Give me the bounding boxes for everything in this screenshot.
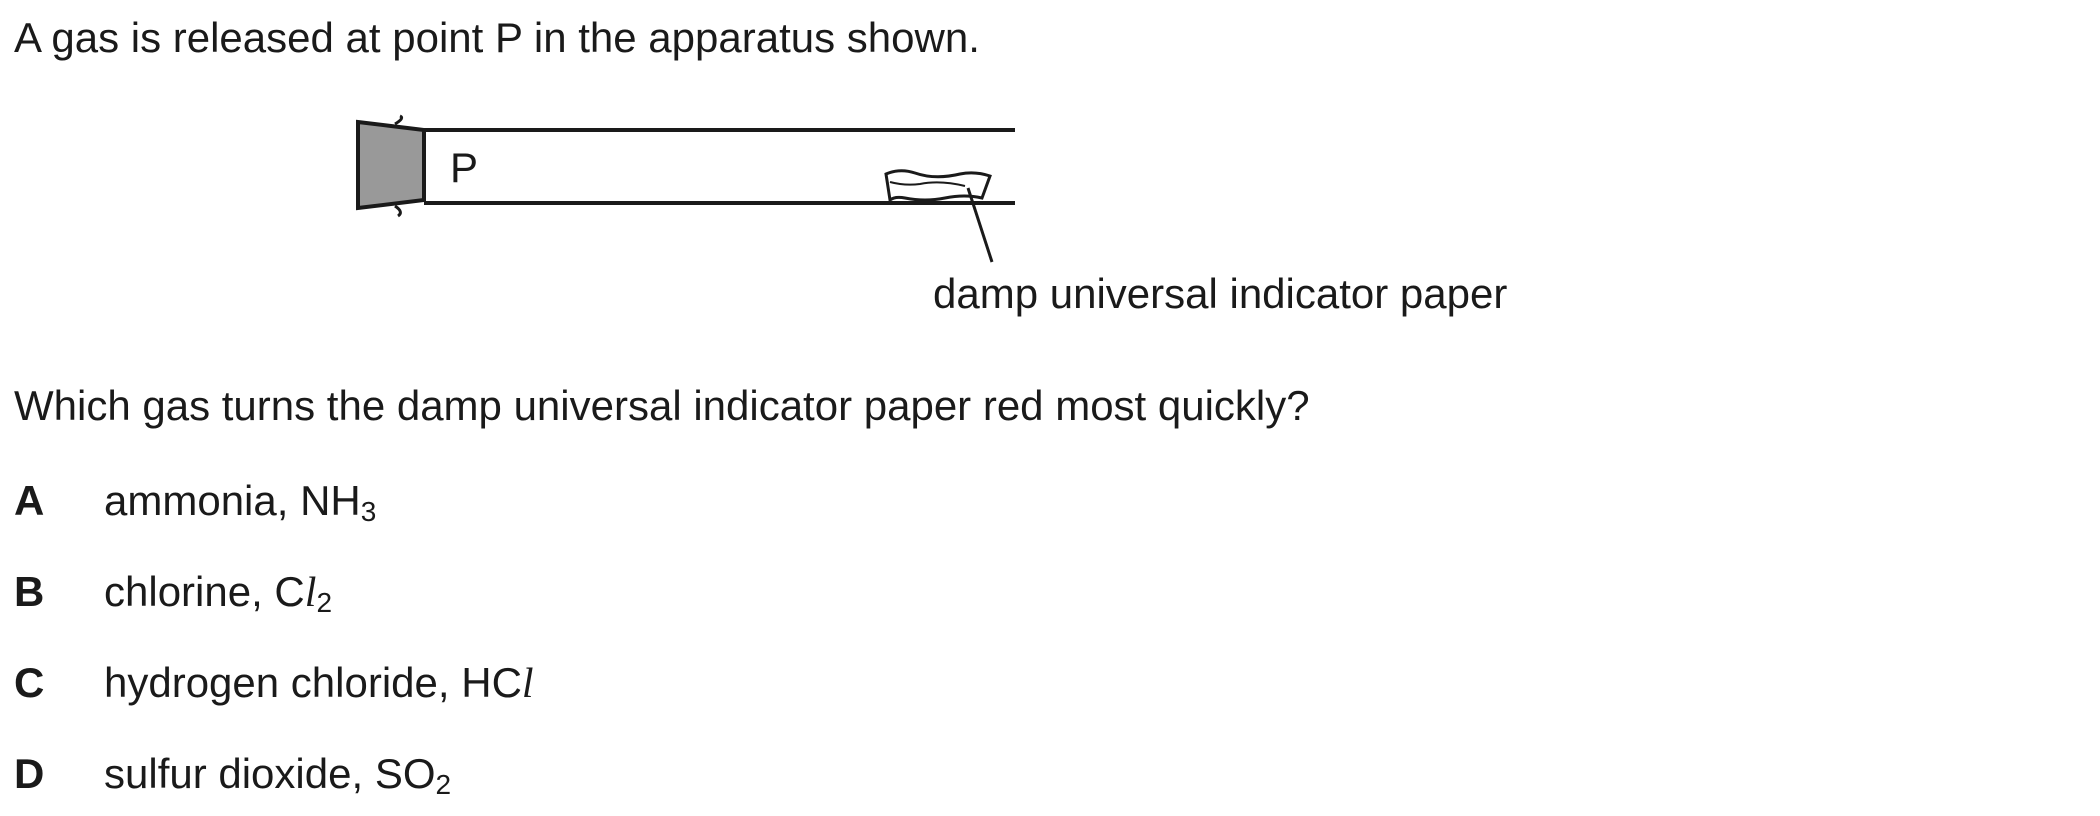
option-text: hydrogen chloride, HCl — [104, 659, 534, 707]
paper-label-pointer — [966, 187, 994, 263]
option-text: sulfur dioxide, SO2 — [104, 750, 452, 800]
option-text: ammonia, NH3 — [104, 477, 377, 527]
option-d[interactable]: Dsulfur dioxide, SO2 — [14, 748, 451, 800]
option-text: chlorine, Cl2 — [104, 568, 333, 618]
option-c[interactable]: Chydrogen chloride, HCl — [14, 657, 534, 710]
question-text: Which gas turns the damp universal indic… — [14, 382, 1310, 429]
option-letter: C — [14, 659, 45, 706]
apparatus-diagram: P damp universal indicator paper — [356, 114, 1507, 317]
option-letter: A — [14, 477, 45, 524]
point-p-label: P — [450, 144, 478, 191]
option-letter: B — [14, 568, 45, 615]
stopper-flare-top — [394, 114, 404, 126]
option-b[interactable]: Bchlorine, Cl2 — [14, 566, 332, 619]
stopper-flare-bottom — [394, 204, 402, 218]
option-a[interactable]: Aammonia, NH3 — [14, 475, 376, 527]
stopper-bung — [356, 119, 426, 211]
indicator-paper — [884, 169, 992, 203]
paper-label: damp universal indicator paper — [933, 270, 1507, 317]
option-letter: D — [14, 750, 45, 797]
